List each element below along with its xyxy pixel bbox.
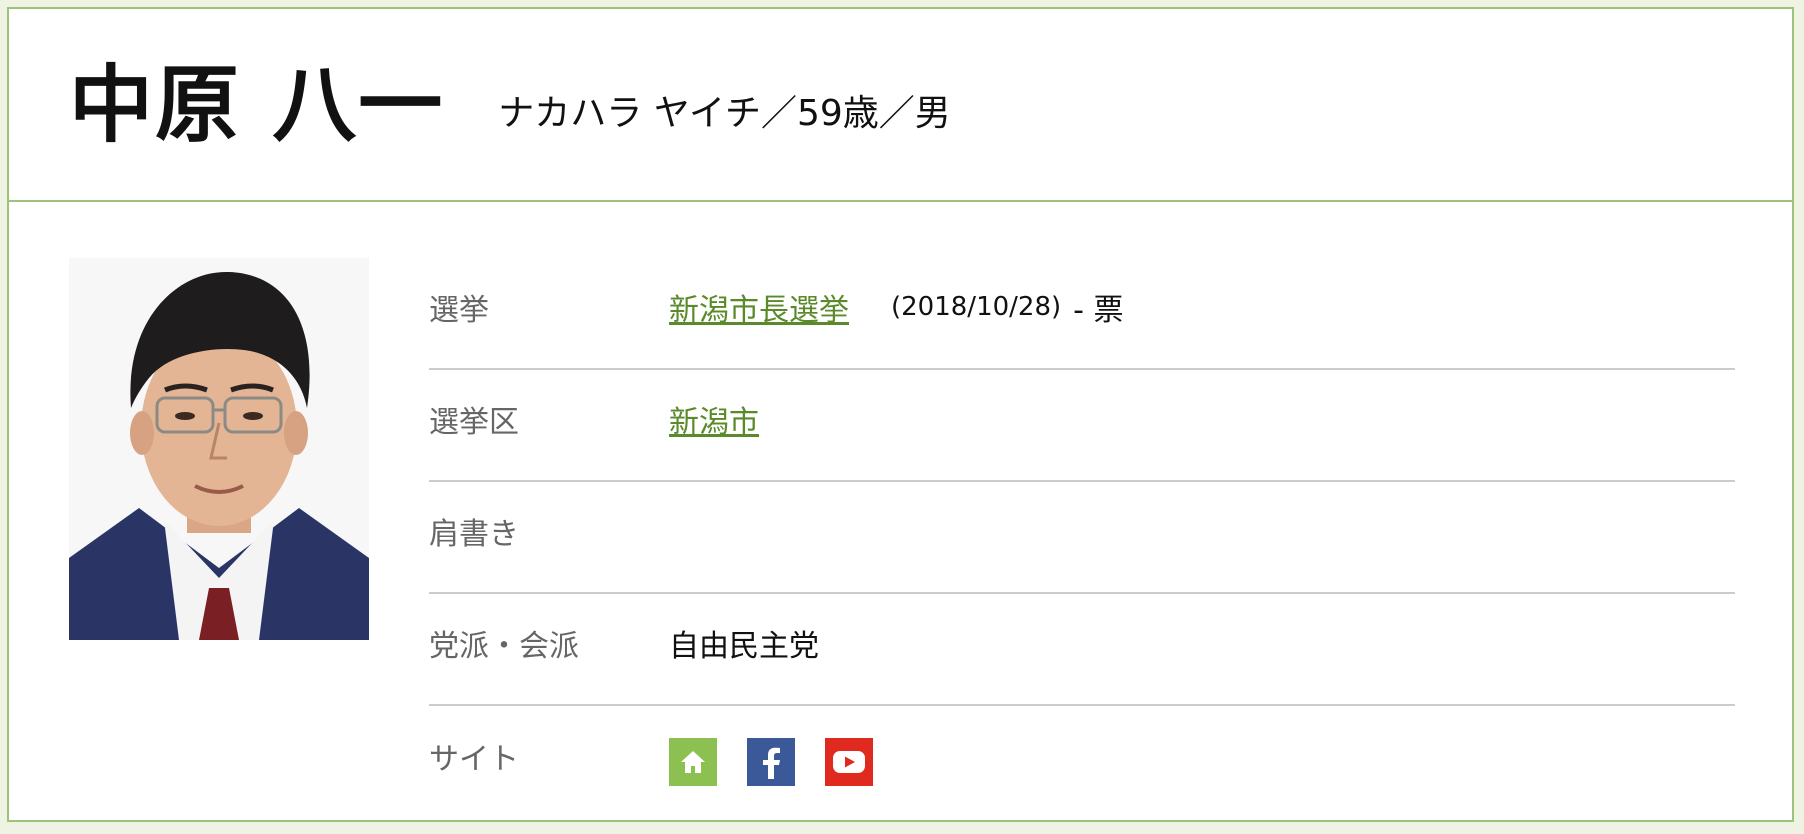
row-title: 肩書き	[429, 482, 1735, 594]
label-district: 選挙区	[429, 405, 519, 440]
candidate-card: 中原 八一 ナカハラ ヤイチ／59歳／男 選挙 新潟市長選挙 (2018/10/…	[7, 7, 1794, 822]
label-title: 肩書き	[429, 517, 519, 552]
youtube-icon[interactable]	[825, 738, 873, 786]
label-site: サイト	[429, 742, 519, 777]
election-date: (2018/10/28)	[891, 292, 1062, 322]
row-election: 選挙 新潟市長選挙 (2018/10/28) - 票	[429, 258, 1735, 370]
label-party: 党派・会派	[429, 629, 579, 664]
value-election: 新潟市長選挙 (2018/10/28) - 票	[669, 285, 1124, 329]
info-table: 選挙 新潟市長選挙 (2018/10/28) - 票 選挙区 新潟市 肩書き 党…	[429, 258, 1735, 818]
election-link[interactable]: 新潟市長選挙	[669, 285, 849, 329]
label-election: 選挙	[429, 293, 489, 328]
value-party: 自由民主党	[669, 629, 819, 664]
row-site: サイト	[429, 706, 1735, 818]
home-icon[interactable]	[669, 738, 717, 786]
row-district: 選挙区 新潟市	[429, 370, 1735, 482]
candidate-kana-age-gender: ナカハラ ヤイチ／59歳／男	[498, 92, 951, 134]
candidate-details: 選挙 新潟市長選挙 (2018/10/28) - 票 選挙区 新潟市 肩書き 党…	[9, 202, 1792, 822]
site-icons	[669, 738, 873, 786]
candidate-header: 中原 八一 ナカハラ ヤイチ／59歳／男	[9, 9, 1792, 202]
facebook-icon[interactable]	[747, 738, 795, 786]
candidate-name: 中原 八一	[69, 55, 445, 154]
row-party: 党派・会派 自由民主党	[429, 594, 1735, 706]
district-link[interactable]: 新潟市	[669, 397, 759, 441]
value-district: 新潟市	[669, 397, 759, 441]
candidate-photo	[69, 258, 369, 640]
election-votes: - 票	[1073, 293, 1124, 328]
